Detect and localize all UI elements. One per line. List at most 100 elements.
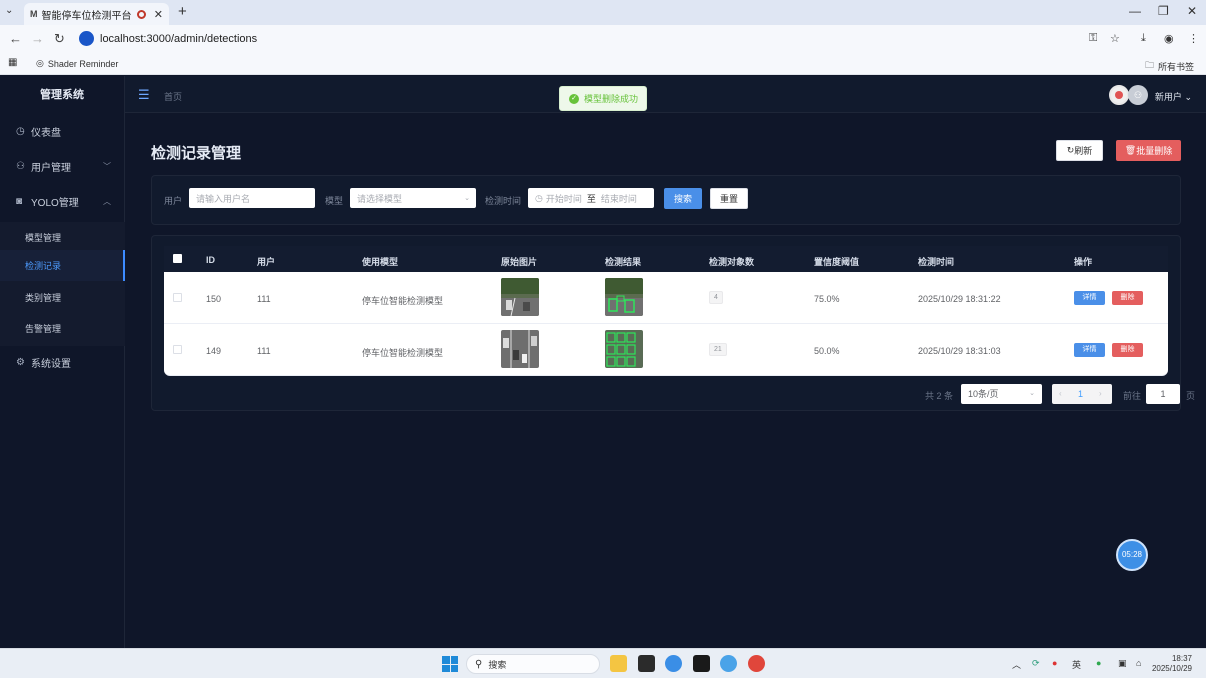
tray-chevron-icon[interactable]: ︿ xyxy=(1012,658,1021,671)
original-image-thumbnail[interactable] xyxy=(501,330,539,368)
tray-sync-icon[interactable]: ⟳ xyxy=(1032,658,1040,669)
tray-volume-icon[interactable]: ⌂ xyxy=(1136,658,1141,668)
chrome-active-icon[interactable] xyxy=(748,655,765,672)
chat-icon[interactable] xyxy=(720,655,737,672)
back-icon[interactable]: ← xyxy=(9,31,22,46)
column-header-confidence[interactable]: 置信度阈值 xyxy=(814,255,859,268)
column-header-result[interactable]: 检测结果 xyxy=(605,255,641,268)
reset-button[interactable]: 重置 xyxy=(710,188,748,209)
chevron-down-icon: ﹀ xyxy=(103,161,111,171)
close-window-icon[interactable]: ✕ xyxy=(1187,4,1197,18)
user-avatar[interactable]: ⚇ xyxy=(1128,85,1148,105)
chevron-down-icon: ⌄ xyxy=(464,195,470,202)
breadcrumb[interactable]: 首页 xyxy=(164,90,182,103)
delete-button[interactable]: 删除 xyxy=(1112,291,1143,305)
sub-item-label: 告警管理 xyxy=(25,324,62,334)
pager: ‹ 1 › xyxy=(1052,384,1112,404)
recording-icon xyxy=(136,9,146,19)
all-bookmarks[interactable]: 🗀 所有书签 xyxy=(1145,58,1194,74)
column-header-original-image[interactable]: 原始图片 xyxy=(501,255,537,268)
browser-tab[interactable]: M 智能停车位检测平台 ✕ xyxy=(24,3,169,25)
result-image-thumbnail[interactable] xyxy=(605,330,643,368)
floating-timer-button[interactable]: 05:28 xyxy=(1116,539,1148,571)
all-bookmarks-label: 所有书签 xyxy=(1157,61,1194,72)
start-time-placeholder: 开始时间 xyxy=(545,193,582,204)
address-bar: ← → ↻ localhost:3000/admin/detections ⚿ … xyxy=(0,25,1206,52)
tab-title: 智能停车位检测平台 xyxy=(41,10,132,22)
column-header-user[interactable]: 用户 xyxy=(257,255,275,268)
windows-start-icon[interactable] xyxy=(442,656,458,672)
forward-icon[interactable]: → xyxy=(31,31,44,46)
download-icon[interactable]: ⤓ xyxy=(1141,32,1146,45)
next-page-icon[interactable]: › xyxy=(1099,389,1102,398)
row-time: 2025/10/29 18:31:22 xyxy=(918,294,1001,304)
delete-button[interactable]: 删除 xyxy=(1112,343,1143,357)
terminal-icon[interactable] xyxy=(638,655,655,672)
filter-panel: 用户 请输入用户名 模型 请选择模型 ⌄ 检测时间 ◷ 开始时间 至 结束时间 … xyxy=(151,175,1181,225)
tray-network-icon[interactable]: ▣ xyxy=(1118,658,1127,669)
column-header-object-count[interactable]: 检测对象数 xyxy=(709,255,754,268)
tab-search-icon[interactable]: ⌄ xyxy=(5,5,13,16)
minimize-icon[interactable]: — xyxy=(1129,4,1141,18)
tab-favicon: M xyxy=(30,9,38,19)
goto-page-input[interactable]: 1 xyxy=(1146,384,1180,404)
end-time-placeholder: 结束时间 xyxy=(600,193,637,204)
sidebar-item-categories[interactable]: 类别管理 xyxy=(0,282,125,313)
file-explorer-icon[interactable] xyxy=(610,655,627,672)
row-checkbox[interactable] xyxy=(173,293,182,302)
sidebar-item-models[interactable]: 模型管理 xyxy=(0,222,125,253)
refresh-button[interactable]: ↻ 刷新 xyxy=(1056,140,1103,161)
user-filter-label: 用户 xyxy=(164,196,183,206)
tray-antivirus-icon[interactable]: ● xyxy=(1052,658,1057,668)
page-number-current[interactable]: 1 xyxy=(1078,389,1083,399)
row-checkbox[interactable] xyxy=(173,345,182,354)
new-tab-button[interactable]: + xyxy=(178,3,187,20)
page-size-select[interactable]: 10条/页 ⌄ xyxy=(961,384,1042,404)
column-header-id[interactable]: ID xyxy=(206,255,215,265)
column-header-time[interactable]: 检测时间 xyxy=(918,255,954,268)
sidebar-item-dashboard[interactable]: ◷ 仪表盘 xyxy=(0,116,125,146)
user-menu[interactable]: 新用户 ⌄ xyxy=(1155,90,1192,103)
date-range-picker[interactable]: ◷ 开始时间 至 结束时间 xyxy=(528,188,654,208)
original-image-thumbnail[interactable] xyxy=(501,278,539,316)
taskbar-search[interactable]: ⚲ 搜索 xyxy=(466,654,600,674)
sidebar-item-yolo[interactable]: ◙ YOLO管理 ︿ xyxy=(0,186,125,216)
search-button[interactable]: 搜索 xyxy=(664,188,702,209)
batch-delete-button[interactable]: 🗑 批量删除 xyxy=(1116,140,1181,161)
menu-toggle-icon[interactable]: ☰ xyxy=(138,87,150,103)
row-time: 2025/10/29 18:31:03 xyxy=(918,346,1001,356)
more-menu-icon[interactable]: ⋮ xyxy=(1188,32,1199,45)
result-image-thumbnail[interactable] xyxy=(605,278,643,316)
url-field[interactable]: localhost:3000/admin/detections xyxy=(76,28,1136,49)
sidebar-item-users[interactable]: ⚇ 用户管理 ﹀ xyxy=(0,151,125,181)
username-input[interactable]: 请输入用户名 xyxy=(189,188,315,208)
clock-time: 18:37 xyxy=(1171,654,1192,663)
ime-indicator[interactable]: 英 xyxy=(1072,658,1081,671)
time-filter-label: 检测时间 xyxy=(485,196,522,206)
bookmark-shader-reminder[interactable]: ◎ Shader Reminder xyxy=(36,58,118,69)
password-key-icon[interactable]: ⚿ xyxy=(1089,32,1097,45)
system-clock[interactable]: 18:37 2025/10/29 xyxy=(1152,654,1192,674)
profile-icon[interactable]: ◉ xyxy=(1164,32,1174,45)
sidebar-item-label: 系统设置 xyxy=(31,358,71,370)
sidebar-item-detections[interactable]: 检测记录 xyxy=(0,250,125,281)
taskbar-search-label: 搜索 xyxy=(488,659,507,670)
model-select[interactable]: 请选择模型 ⌄ xyxy=(350,188,476,208)
column-header-model[interactable]: 使用模型 xyxy=(362,255,398,268)
sidebar-item-settings[interactable]: ⚙ 系统设置 xyxy=(0,347,125,377)
sidebar-item-alerts[interactable]: 告警管理 xyxy=(0,313,125,344)
chrome-icon[interactable] xyxy=(665,655,682,672)
tray-wechat-icon[interactable]: ● xyxy=(1096,658,1101,668)
app-icon[interactable] xyxy=(693,655,710,672)
prev-page-icon[interactable]: ‹ xyxy=(1059,389,1062,398)
reload-icon[interactable]: ↻ xyxy=(54,31,65,47)
detail-button[interactable]: 详情 xyxy=(1074,343,1105,357)
maximize-icon[interactable]: ❐ xyxy=(1158,4,1169,18)
select-all-checkbox[interactable] xyxy=(173,254,182,263)
table-row: 149 111 停车位智能检测模型 21 50.0% 2025/10/29 18… xyxy=(164,324,1168,376)
detail-button[interactable]: 详情 xyxy=(1074,291,1105,305)
apps-grid-icon[interactable]: ▦ xyxy=(8,57,17,68)
close-tab-icon[interactable]: ✕ xyxy=(154,8,163,21)
bookmark-star-icon[interactable]: ☆ xyxy=(1110,32,1120,45)
site-info-icon[interactable] xyxy=(79,31,94,46)
